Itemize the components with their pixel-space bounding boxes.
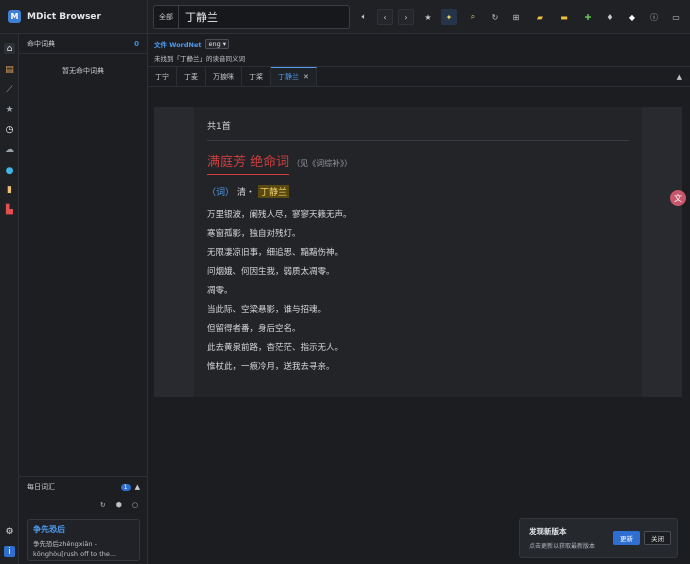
tag-icon[interactable]: ⟋ [4, 84, 15, 95]
tab-label: 丁麦 [184, 72, 198, 81]
tab-label: 万捩咪 [213, 72, 234, 81]
hit-dicts-count: 0 [134, 39, 139, 48]
poem-meta: （词） 清・ 丁静兰 [207, 185, 629, 198]
poem-line: 凋零。 [207, 286, 233, 296]
settings-icon[interactable]: ⚙ [4, 526, 15, 537]
back-icon[interactable]: ‹ [377, 9, 393, 25]
daily-tools: ↻ ⬢ ○ [19, 497, 148, 513]
chart-icon[interactable]: ▙ [4, 204, 15, 215]
poem-author[interactable]: 丁静兰 [258, 185, 290, 198]
tab-2[interactable]: 丁麦 [177, 67, 206, 86]
tab-3[interactable]: 万捩咪 [206, 67, 242, 86]
star-icon[interactable]: ★ [420, 9, 436, 25]
tab-5-active[interactable]: 丁静兰 ✕ [271, 67, 317, 86]
content-left-margin [154, 107, 194, 397]
poem-title-row: 满庭芳 绝命词 （见《词综补》） [207, 151, 629, 175]
sidebar: 命中词典 0 暂无命中词典 每日词汇 1 ▲ ↻ ⬢ ○ 争先恐后 争先恐后zh… [19, 34, 148, 564]
daily-badge: 1 [120, 483, 131, 491]
home-icon[interactable]: ⌂ [4, 43, 15, 54]
info-icon[interactable]: i [4, 546, 15, 557]
diamond-icon[interactable]: ♦ [602, 9, 618, 25]
hit-dicts-header: 命中词典 0 [19, 34, 147, 54]
daily-words-panel: 每日词汇 1 ▲ ↻ ⬢ ○ 争先恐后 争先恐后zhēngxiān - kǒng… [19, 476, 148, 564]
info-icon[interactable]: ⓘ [646, 9, 662, 25]
poem-title[interactable]: 满庭芳 绝命词 [207, 151, 290, 175]
cube-icon[interactable]: ⬢ [116, 501, 122, 509]
empty-state: 暂无命中词典 [62, 67, 104, 75]
daily-header: 每日词汇 1 ▲ [19, 477, 148, 497]
content-area: 共1首 满庭芳 绝命词 （见《词综补》） （词） 清・ 丁静兰 万里银波，阑残人… [154, 107, 682, 397]
refresh-icon[interactable]: ↻ [487, 9, 503, 25]
toolbar: 全部 🔈︎ ‹ › ★ ✦ ⌕ ↻ ⊞ ▰ ▬ ✚ ♦ ◆ ⓘ ▭ [148, 0, 690, 34]
not-found-message: 未找到「丁静兰」的读音同义词 [154, 55, 245, 63]
app-header: M MDict Browser [0, 0, 148, 34]
daily-word: 争先恐后 [33, 525, 65, 534]
search-icon[interactable]: ⌕ [465, 9, 481, 25]
close-button[interactable]: 关闭 [644, 531, 671, 545]
poem-line: 但留得者番，身后空名。 [207, 324, 301, 334]
poem-line: 无限凄凉旧事，细追思、黯黯伤神。 [207, 248, 344, 258]
scope-select[interactable]: 全部 [154, 5, 179, 28]
daily-label: 每日词汇 [27, 483, 55, 491]
folder-icon[interactable]: ▬ [556, 9, 572, 25]
update-notification: 发现新版本 点击更新以获取最新版本 更新 关闭 [519, 518, 678, 558]
refresh-icon[interactable]: ↻ [100, 501, 106, 509]
poem-line: 此去黄泉前路，杳茫茫、指示无人。 [207, 343, 344, 353]
icon-rail: ⌂ ▤ ⟋ ★ ◷ ☁ ● ▮ ▙ ⚙ i [0, 34, 19, 564]
poem-article: 共1首 满庭芳 绝命词 （见《词综补》） （词） 清・ 丁静兰 万里银波，阑残人… [207, 119, 629, 377]
history-icon[interactable]: ◷ [4, 124, 15, 135]
circle-icon[interactable]: ○ [132, 501, 138, 509]
app-title: MDict Browser [27, 11, 101, 22]
lock-icon[interactable]: ▰ [532, 9, 548, 25]
grid-icon[interactable]: ⊞ [508, 9, 524, 25]
daily-word-card[interactable]: 争先恐后 争先恐后zhēngxiān - kǒnghòu[rush off to… [27, 519, 140, 561]
hit-dicts-label: 命中词典 [27, 39, 55, 48]
eraser-icon[interactable]: ◆ [624, 9, 640, 25]
dict-label: 文件 WordNet [154, 41, 202, 49]
puzzle-icon[interactable]: ✚ [580, 9, 596, 25]
update-button[interactable]: 更新 [613, 531, 640, 545]
poem-line: 寒窗孤影，独自对残灯。 [207, 229, 301, 239]
tab-1[interactable]: 丁宁 [148, 67, 177, 86]
content-right-margin [642, 107, 682, 397]
search-input[interactable] [179, 10, 349, 23]
chevron-up-icon[interactable]: ▲ [135, 483, 140, 491]
poem-line: 问烟娥、何因生我，弱质太凋零。 [207, 267, 335, 277]
poem-lines: 万里银波，阑残人尽，寥寥天籁无声。 寒窗孤影，独自对残灯。 无限凄凉旧事，细追思… [207, 206, 629, 377]
language-select[interactable]: eng ▾ [205, 39, 230, 49]
dictionary-icon[interactable]: ▤ [4, 64, 15, 75]
poem-genre[interactable]: （词） [207, 185, 234, 198]
close-tab-icon[interactable]: ✕ [303, 73, 309, 81]
collapse-icon[interactable]: ▭ [668, 9, 684, 25]
translate-float-icon[interactable]: 文 [670, 190, 686, 206]
result-count: 共1首 [207, 119, 629, 141]
tab-label: 丁宁 [155, 72, 169, 81]
daily-definition: 争先恐后zhēngxiān - kǒnghòu[rush off to the.… [33, 540, 117, 558]
star-icon[interactable]: ★ [4, 104, 15, 115]
tab-label: 丁桨 [249, 72, 263, 81]
speaker-icon[interactable]: 🔈︎ [356, 9, 372, 25]
poem-line: 惟杖此，一痕冷月，送我去寻亲。 [207, 362, 335, 372]
tab-4[interactable]: 丁桨 [242, 67, 271, 86]
language-value: eng [208, 40, 221, 48]
poem-line: 当此际、空梁悬影，谁与招魂。 [207, 305, 327, 315]
notebook-icon[interactable]: ▮ [4, 184, 15, 195]
tabs-collapse-icon[interactable]: ▲ [677, 67, 690, 86]
dict-info-bar: 文件 WordNet eng ▾ 未找到「丁静兰」的读音同义词 [148, 34, 690, 67]
sparkle-icon[interactable]: ✦ [441, 9, 457, 25]
poem-dynasty: 清・ [237, 188, 256, 198]
globe-icon[interactable]: ● [4, 165, 15, 176]
poem-line: 万里银波，阑残人尽，寥寥天籁无声。 [207, 210, 352, 220]
app-logo: M [8, 10, 21, 23]
forward-icon[interactable]: › [398, 9, 414, 25]
poem-source-ref: （见《词综补》） [292, 159, 353, 168]
search-box: 全部 [153, 4, 350, 29]
tab-label: 丁静兰 [278, 73, 299, 81]
tab-bar: 丁宁 丁麦 万捩咪 丁桨 丁静兰 ✕ ▲ [148, 67, 690, 87]
cloud-icon[interactable]: ☁ [4, 144, 15, 155]
